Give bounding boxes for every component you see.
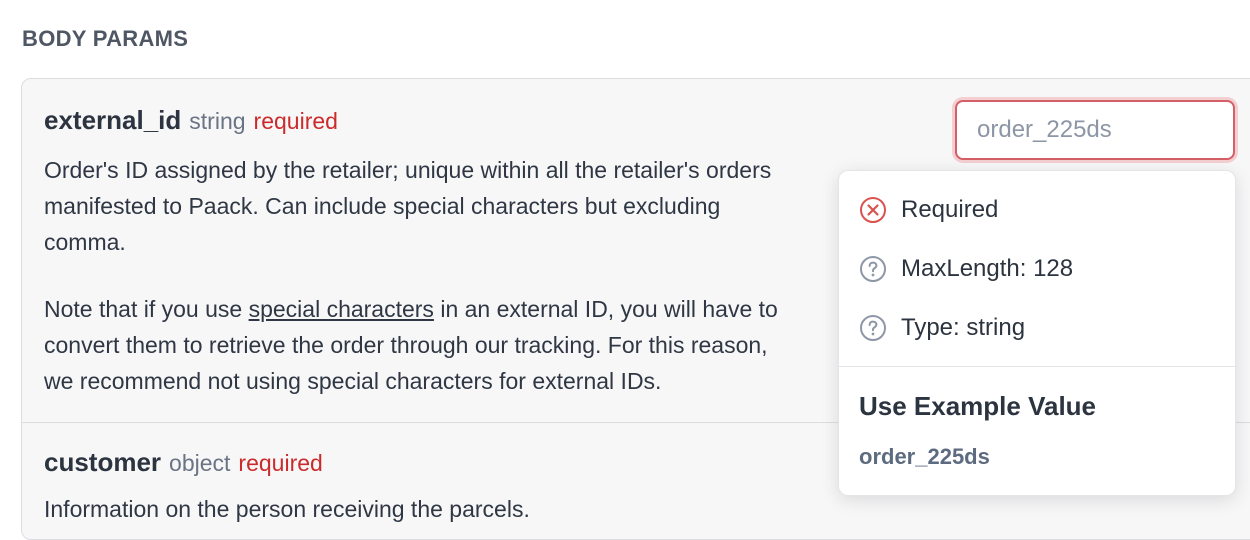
param-name: external_id [44,105,182,135]
example-title: Use Example Value [859,391,1097,421]
validation-popover: Required MaxLength: 128 Type: string Use… [838,170,1236,496]
note-line: we recommend not using special character… [44,368,662,394]
rule-label: MaxLength: 128 [901,255,1074,282]
rule-maxlength: MaxLength: 128 [859,255,1073,283]
rule-label: Required [901,196,999,223]
description-line: Order's ID assigned by the retailer; uni… [44,157,772,183]
param-header: customer object required [44,447,323,478]
param-required-badge: required [253,108,338,134]
param-header: external_id string required [44,105,338,136]
param-required-badge: required [238,450,323,476]
note-text: in an external ID, you will have to [433,296,778,322]
rule-type: Type: string [859,314,1025,342]
description-line: manifested to Paack. Can include special… [44,193,721,219]
note-line: Note that if you use special characters … [44,291,944,327]
param-note: Note that if you use special characters … [44,291,944,399]
special-characters-link[interactable]: special characters [249,296,434,322]
param-type: string [189,108,246,134]
help-circle-icon [860,256,886,282]
rule-label: Type: string [901,314,1026,341]
note-line: convert them to retrieve the order throu… [44,332,768,358]
description-line: comma. [44,229,126,255]
param-description: Order's ID assigned by the retailer; uni… [44,152,944,260]
external-id-input[interactable] [955,100,1235,160]
help-circle-icon [860,315,886,341]
section-title: BODY PARAMS [22,26,189,51]
param-description: Information on the person receiving the … [44,496,530,522]
error-circle-icon [860,197,886,223]
popover-divider [839,366,1235,367]
rule-required: Required [859,196,998,224]
param-type: object [169,450,231,476]
note-text: Note that if you use [44,296,249,322]
param-name: customer [44,447,162,477]
example-value-button[interactable]: order_225ds [859,444,990,470]
